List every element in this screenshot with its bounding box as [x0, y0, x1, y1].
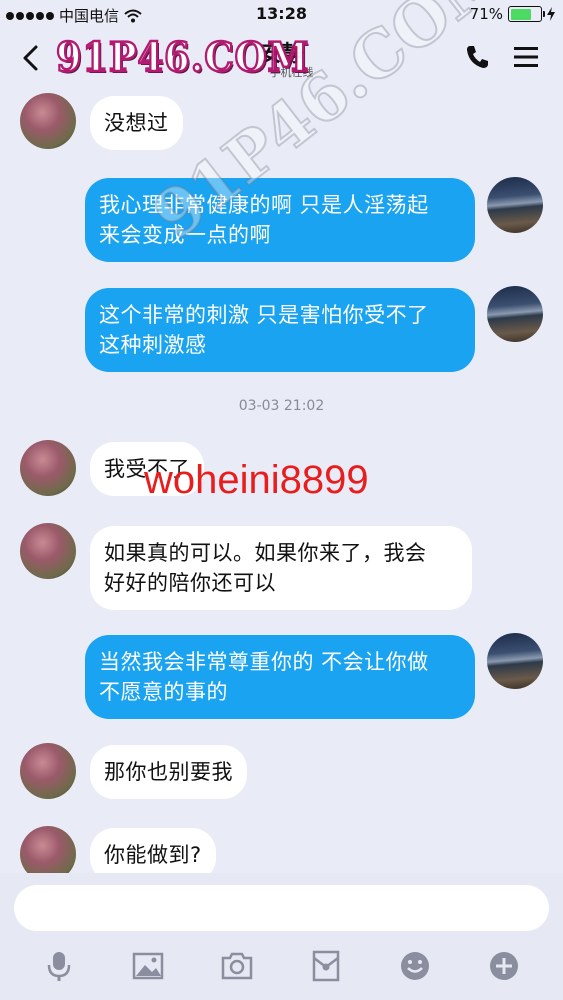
friend-avatar[interactable]	[20, 743, 76, 799]
message-bubble-incoming[interactable]: 如果真的可以。如果你来了，我会 好好的陪你还可以	[90, 526, 472, 610]
message-timestamp: 03-03 21:02	[238, 398, 325, 414]
friend-avatar[interactable]	[20, 440, 76, 496]
message-bubble-incoming[interactable]: 那你也别要我	[90, 745, 247, 799]
message-bubble-outgoing[interactable]: 这个非常的刺激 只是害怕你受不了 这种刺激感	[85, 288, 475, 372]
emoji-icon[interactable]	[397, 948, 433, 984]
message-line: 如果真的可以。如果你来了，我会	[104, 541, 427, 565]
phone-icon[interactable]	[463, 42, 493, 72]
message-line: 当然我会非常尊重你的 不会让你做	[99, 650, 429, 674]
message-line: 好好的陪你还可以	[104, 571, 276, 595]
input-area	[0, 873, 563, 1000]
message-line: 来会变成一点的啊	[99, 223, 271, 247]
message-bubble-outgoing[interactable]: 当然我会非常尊重你的 不会让你做 不愿意的事的	[85, 635, 475, 719]
menu-icon[interactable]	[511, 42, 541, 72]
message-line: 这种刺激感	[99, 333, 207, 357]
my-avatar[interactable]	[487, 177, 543, 233]
message-line: 那你也别要我	[104, 760, 233, 784]
message-line: 没想过	[104, 111, 169, 135]
microphone-icon[interactable]	[41, 948, 77, 984]
battery-icon	[508, 6, 545, 22]
my-avatar[interactable]	[487, 286, 543, 342]
camera-icon[interactable]	[219, 948, 255, 984]
red-watermark-text: woheini8899	[144, 458, 369, 502]
friend-avatar[interactable]	[20, 523, 76, 579]
message-line: 这个非常的刺激 只是害怕你受不了	[99, 303, 429, 327]
message-input[interactable]	[14, 885, 549, 931]
input-toolbar	[0, 948, 563, 988]
charging-icon	[547, 7, 555, 21]
red-packet-icon[interactable]	[308, 948, 344, 984]
top-watermark: 91P46.COM	[55, 33, 310, 83]
plus-icon[interactable]	[486, 948, 522, 984]
message-line: 不愿意的事的	[99, 680, 228, 704]
message-bubble-incoming[interactable]: 没想过	[90, 96, 183, 150]
message-line: 你能做到?	[104, 843, 202, 867]
my-avatar[interactable]	[487, 633, 543, 689]
image-icon[interactable]	[130, 948, 166, 984]
friend-avatar[interactable]	[20, 93, 76, 149]
